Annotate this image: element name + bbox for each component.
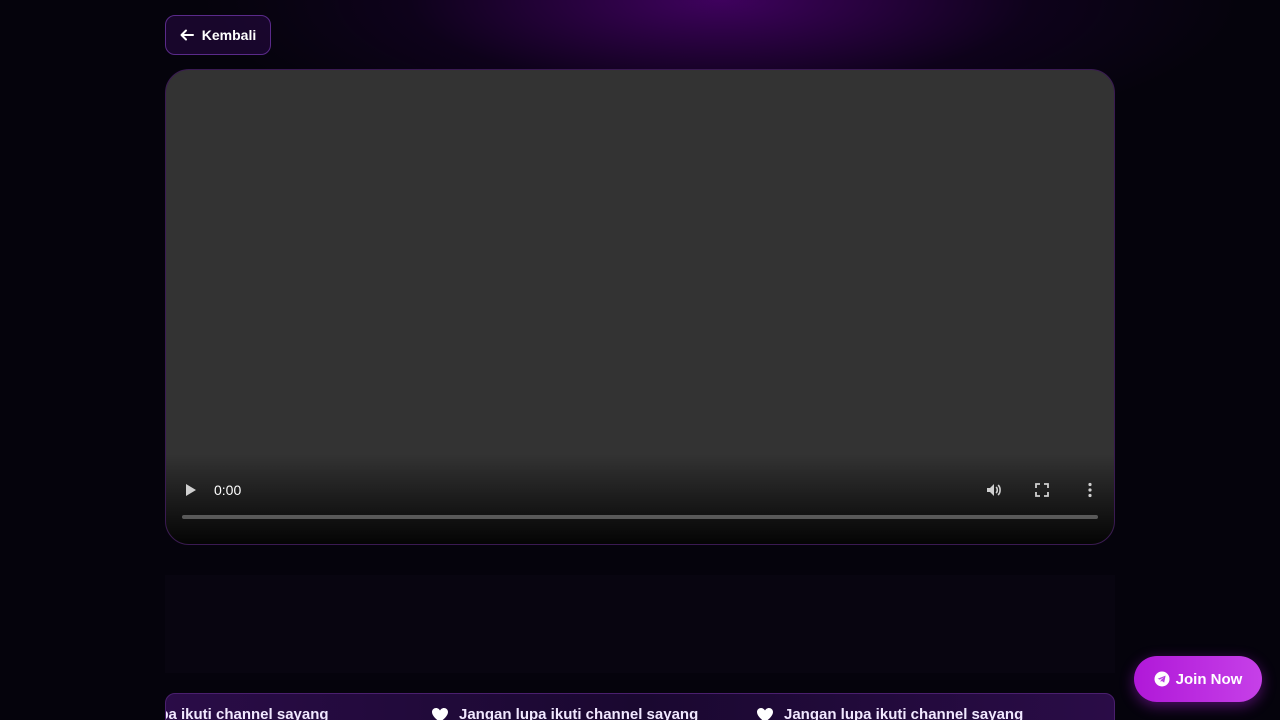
- marquee-track: ngan lupa ikuti channel sayang Jangan lu…: [166, 706, 1081, 720]
- marquee-item: Jangan lupa ikuti channel sayang: [756, 706, 1081, 720]
- marquee-item: ngan lupa ikuti channel sayang: [166, 706, 431, 720]
- more-vertical-icon: [1088, 482, 1092, 498]
- marquee-banner: ngan lupa ikuti channel sayang Jangan lu…: [165, 693, 1115, 720]
- heart-icon: [757, 707, 773, 720]
- fullscreen-button[interactable]: [1033, 481, 1051, 499]
- back-button-label: Kembali: [201, 27, 257, 43]
- video-controls: 0:00: [166, 464, 1114, 544]
- join-now-button[interactable]: Join Now: [1134, 656, 1262, 702]
- telegram-icon: [1154, 671, 1170, 687]
- volume-icon: [987, 484, 1001, 496]
- more-options-button[interactable]: [1081, 481, 1099, 499]
- current-time: 0:00: [214, 482, 242, 498]
- ad-slot: [165, 575, 1115, 673]
- progress-bar[interactable]: [182, 515, 1098, 519]
- marquee-text: Jangan lupa ikuti channel sayang: [784, 706, 1024, 720]
- play-icon: [186, 484, 196, 496]
- marquee-text: Jangan lupa ikuti channel sayang: [459, 706, 699, 720]
- fullscreen-icon: [1035, 483, 1049, 497]
- video-player[interactable]: 0:00: [165, 69, 1115, 545]
- back-button[interactable]: Kembali: [165, 15, 271, 55]
- heart-icon: [432, 707, 448, 720]
- join-now-label: Join Now: [1175, 670, 1243, 688]
- marquee-text: ngan lupa ikuti channel sayang: [166, 706, 329, 720]
- marquee-item: Jangan lupa ikuti channel sayang: [431, 706, 756, 720]
- mute-button[interactable]: [985, 481, 1003, 499]
- play-button[interactable]: [184, 482, 198, 498]
- arrow-left-icon: [180, 29, 194, 41]
